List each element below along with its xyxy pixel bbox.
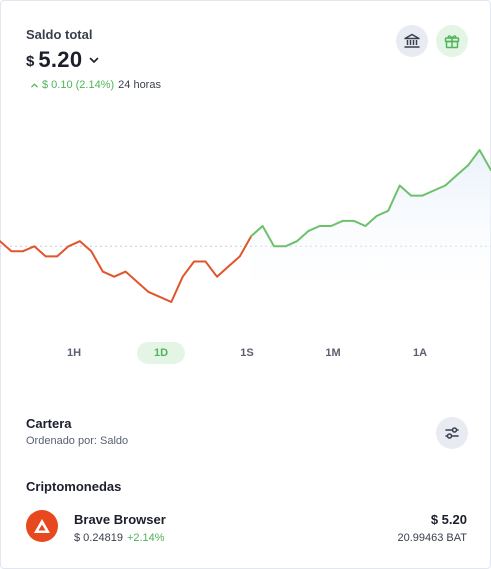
chart-area-fill bbox=[251, 150, 491, 310]
arrow-up-icon bbox=[31, 83, 38, 87]
portfolio-title: Cartera bbox=[26, 416, 72, 431]
asset-fiat-balance: $ 5.20 bbox=[430, 512, 467, 527]
balance-line-chart[interactable] bbox=[0, 140, 491, 310]
balance-label: Saldo total bbox=[26, 27, 93, 42]
tab-1s[interactable]: 1S bbox=[223, 342, 271, 364]
balance-amount: 5.20 bbox=[38, 47, 83, 72]
balance-change-period: 24 horas bbox=[118, 79, 161, 91]
sliders-icon bbox=[445, 427, 459, 439]
asset-price-value: $ 0.24819 bbox=[74, 532, 123, 544]
asset-token-balance: 20.99463 BAT bbox=[397, 532, 467, 544]
tab-1a[interactable]: 1A bbox=[396, 342, 444, 364]
chevron-down-icon[interactable] bbox=[88, 54, 100, 66]
portfolio-sort-text: Ordenado por: Saldo bbox=[26, 435, 129, 447]
asset-price-change: +2.14% bbox=[126, 532, 165, 544]
currency-symbol: $ bbox=[26, 52, 35, 70]
tab-1d[interactable]: 1D bbox=[137, 342, 185, 364]
balance-value[interactable]: $ 5.20 bbox=[26, 47, 100, 73]
tab-1h[interactable]: 1H bbox=[50, 342, 98, 364]
asset-row-brave-browser[interactable]: Brave Browser $ 0.24819 +2.14% $ 5.20 20.… bbox=[0, 505, 491, 555]
tab-1m[interactable]: 1M bbox=[309, 342, 357, 364]
gift-button[interactable] bbox=[436, 25, 468, 57]
bank-button[interactable] bbox=[396, 25, 428, 57]
filter-button[interactable] bbox=[436, 417, 468, 449]
asset-price: $ 0.24819 +2.14% bbox=[74, 532, 165, 544]
bat-logo-icon bbox=[26, 510, 58, 542]
asset-name: Brave Browser bbox=[74, 512, 166, 527]
balance-change-value: $ 0.10 (2.14%) bbox=[42, 79, 115, 91]
bank-icon bbox=[404, 33, 420, 48]
time-range-tabs: 1H 1D 1S 1M 1A bbox=[0, 342, 491, 364]
gift-icon bbox=[444, 35, 460, 49]
crypto-section-title: Criptomonedas bbox=[26, 479, 122, 494]
balance-change: $ 0.10 (2.14%) 24 horas bbox=[30, 79, 161, 91]
